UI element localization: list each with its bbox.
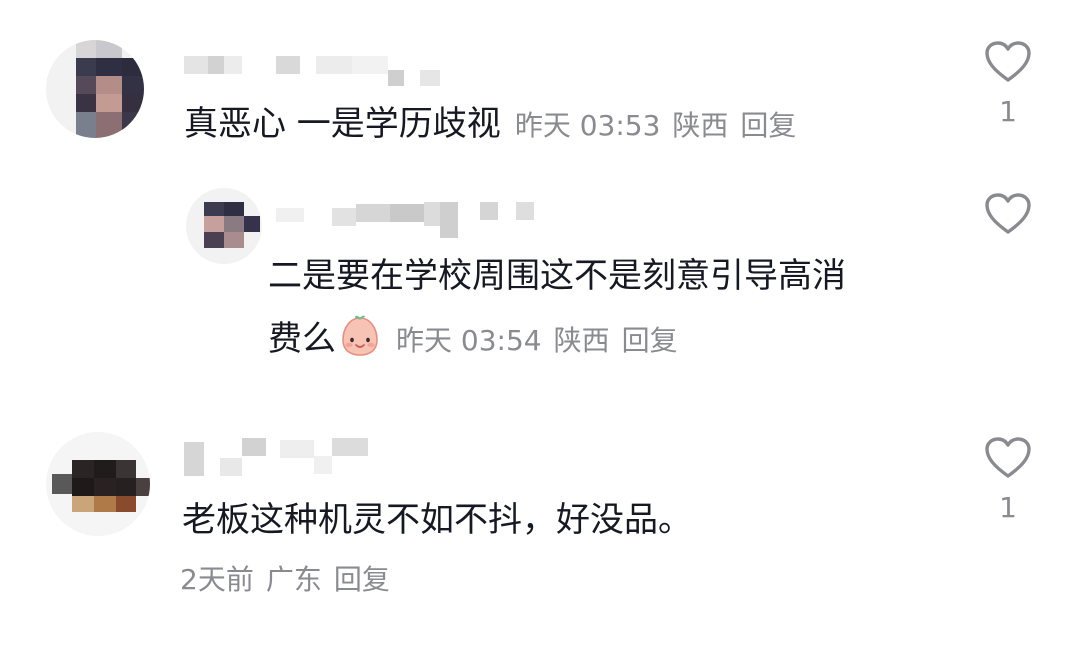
reply-location: 陕西: [553, 324, 610, 357]
heart-outline-icon: [985, 41, 1031, 82]
like-count: 1: [999, 491, 1017, 524]
like-button[interactable]: [978, 192, 1038, 236]
comment-meta: 2天前 广东 回复: [180, 562, 402, 598]
avatar[interactable]: [46, 40, 144, 138]
comment-time: 2天前: [180, 563, 254, 596]
username-blurred[interactable]: [184, 438, 384, 476]
comment-location: 陕西: [672, 109, 729, 142]
reply-item: 二是要在学校周围这不是刻意引导高消 费么 昨天 03:54 陕西 回复: [0, 180, 1080, 380]
reply-button[interactable]: 回复: [334, 563, 390, 596]
reply-text-line2: 费么: [268, 319, 336, 359]
avatar[interactable]: [186, 188, 262, 264]
reply-time: 昨天 03:54: [396, 324, 542, 357]
like-button[interactable]: 1: [978, 40, 1038, 128]
like-count: 1: [999, 95, 1017, 128]
comment-content: 老板这种机灵不如不抖，好没品。: [182, 498, 692, 542]
comment-item: 真恶心 一是学历歧视 昨天 03:53 陕西 回复 1: [0, 0, 1080, 160]
username-blurred[interactable]: [184, 56, 444, 86]
reply-content-line1: 二是要在学校周围这不是刻意引导高消: [268, 254, 846, 298]
like-button[interactable]: 1: [978, 436, 1038, 524]
reply-button[interactable]: 回复: [740, 109, 796, 142]
comment-location: 广东: [265, 563, 322, 596]
heart-outline-icon: [985, 437, 1031, 478]
username-blurred[interactable]: [276, 202, 536, 238]
blushing-face-emoji: [342, 315, 378, 356]
comment-time: 昨天 03:53: [514, 109, 661, 142]
heart-outline-icon: [985, 193, 1031, 234]
reply-button[interactable]: 回复: [622, 324, 678, 357]
comment-content: 真恶心 一是学历歧视 昨天 03:53 陕西 回复: [184, 102, 808, 148]
reply-content-line2: 费么 昨天 03:54 陕西 回复: [268, 314, 690, 363]
comment-text: 真恶心 一是学历歧视: [184, 104, 501, 144]
comment-text: 老板这种机灵不如不抖，好没品。: [182, 500, 692, 540]
avatar[interactable]: [46, 432, 150, 536]
reply-text-line1: 二是要在学校周围这不是刻意引导高消: [268, 256, 846, 296]
reply-meta: 昨天 03:54 陕西 回复: [396, 324, 690, 357]
comment-meta: 昨天 03:53 陕西 回复: [515, 109, 809, 142]
comment-item: 老板这种机灵不如不抖，好没品。 2天前 广东 回复 1: [0, 420, 1080, 620]
